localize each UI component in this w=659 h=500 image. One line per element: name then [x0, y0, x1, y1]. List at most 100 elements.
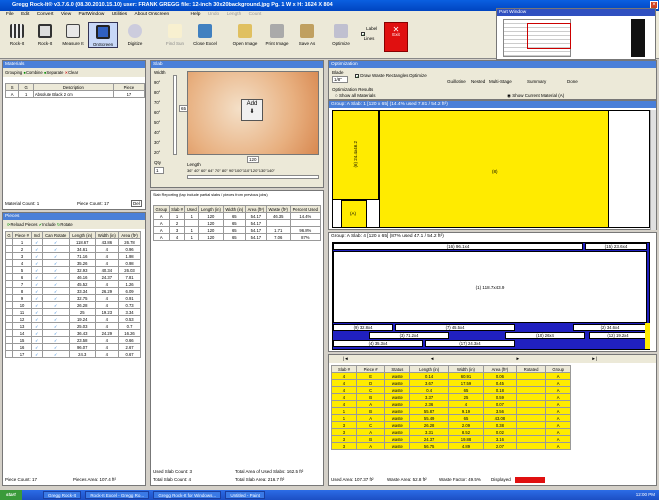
nav-next-icon[interactable]: ► — [516, 356, 520, 361]
piece-row[interactable]: 6 ✓ ✓ 46.16 24.37 7.81 — [4, 273, 141, 281]
length-value[interactable]: 120 — [247, 156, 259, 163]
rockit-button[interactable]: Rock-It — [2, 22, 32, 46]
nav-first-icon[interactable]: |◄ — [343, 356, 349, 361]
findsun-button[interactable]: Find Sun — [160, 22, 190, 46]
piece-row[interactable]: 15 ✓ ✓ 23.58 4 0.66 — [4, 336, 141, 344]
menu-about[interactable]: About Onscreen — [135, 12, 170, 17]
nav-last-icon[interactable]: ►| — [591, 356, 597, 361]
menu-file[interactable]: File — [6, 12, 14, 17]
draw-waste-toggle[interactable]: Draw Waste Rectangles — [355, 73, 408, 78]
menu-utilities[interactable]: Utilities — [112, 12, 127, 17]
menu-view[interactable]: View — [61, 12, 71, 17]
menu-count[interactable]: Count — [249, 12, 262, 17]
piece-row[interactable]: 8 ✓ ✓ 33.34 26.29 6.09 — [4, 287, 141, 295]
guillotine-button[interactable]: Guillotine — [447, 79, 466, 84]
slab-row[interactable]: A 2 120 65 54.17 — [153, 219, 322, 227]
multistage-button[interactable]: Multi-Stage — [489, 79, 512, 84]
exit-button[interactable]: ✕ Exit — [384, 22, 408, 52]
slab-row[interactable]: A 3 1 120 65 54.17 1.71 96.8% — [153, 226, 322, 234]
show-current-radio[interactable]: ◉ Show Current Material (A) — [507, 93, 564, 99]
label-lines-toggle[interactable]: Label Lines — [356, 22, 382, 41]
waste-row[interactable]: 3 Cwaste 26.28 2.09 0.38 A — [331, 421, 571, 429]
onscreen-button[interactable]: OnScreen — [88, 22, 118, 48]
grouping-button[interactable]: Grouping — [5, 70, 22, 75]
done-button[interactable]: Done — [567, 79, 578, 84]
piece-row[interactable]: 2 ✓ ✓ 34.61 4 0.96 — [4, 245, 141, 253]
slab4-strip-piece[interactable]: (3) 71.2x4 — [369, 332, 449, 339]
waste-row[interactable]: 1 Bwaste 55.87 9.19 3.56 A — [331, 407, 571, 415]
width-slider[interactable] — [173, 75, 177, 155]
optimize-button[interactable]: Optimize — [409, 73, 427, 78]
menu-convert[interactable]: Convert — [37, 12, 54, 17]
waste-row[interactable]: 4 Awaste 2.36 4 0.07 A — [331, 400, 571, 408]
waste-row[interactable]: 1 Awaste 55.49 65 43.08 A — [331, 414, 571, 422]
waste-row[interactable]: 4 Ewaste 0.14 60.91 0.06 A — [331, 372, 571, 380]
slab4-strip-piece[interactable]: (4) 35.3x4 — [333, 340, 423, 347]
summary-button[interactable]: Summary — [527, 79, 546, 84]
taskbar-item[interactable]: Gregg Rock-It for Windows... — [153, 490, 222, 499]
menu-length[interactable]: Length — [227, 12, 242, 17]
slab4-strip-piece[interactable]: (17) 24.3x4 — [425, 340, 515, 347]
slab1-piece-left[interactable]: (6) 24.4x46.2 — [332, 110, 379, 200]
start-button[interactable]: start — [0, 490, 22, 500]
print-image-button[interactable]: Print Image — [262, 22, 292, 46]
digitize-button[interactable]: Digitize — [120, 22, 150, 46]
waste-row[interactable]: 4 Dwaste 3.67 17.59 0.45 A — [331, 379, 571, 387]
separate-button[interactable]: Separate — [46, 70, 63, 75]
nested-button[interactable]: Nested — [471, 79, 485, 84]
clear-button[interactable]: Clear — [68, 70, 78, 75]
rotate-button[interactable]: Rotate — [60, 222, 72, 227]
menu-edit[interactable]: Edit — [21, 12, 29, 17]
piece-row[interactable]: 9 ✓ ✓ 32.75 4 0.91 — [4, 294, 141, 302]
slab4-strip-piece[interactable]: (10) 26x4 — [505, 332, 585, 339]
reload-pieces-button[interactable]: Reload Pieces — [11, 222, 38, 227]
waste-row[interactable]: 4 Bwaste 3.37 25 0.59 A — [331, 393, 571, 401]
del-button[interactable]: Del — [131, 200, 142, 207]
save-as-button[interactable]: Save As — [292, 22, 322, 46]
piece-row[interactable]: 5 ✓ ✓ 32.93 40.34 26.03 — [4, 266, 141, 274]
measure-button[interactable]: Measure It — [58, 22, 88, 46]
slab4-main[interactable]: (1) 118.7x43.9 — [333, 251, 647, 323]
slab1-piece-small[interactable]: (A) — [341, 200, 367, 228]
taskbar-item[interactable]: Rock-It Excel - Gregg Ro... — [85, 490, 150, 499]
piece-row[interactable]: 16 ✓ ✓ 96.07 4 2.67 — [4, 343, 141, 351]
piece-row[interactable]: 12 ✓ ✓ 19.24 4 0.53 — [4, 315, 141, 323]
slab4-strip-piece[interactable]: (2) 34.6x4 — [573, 324, 647, 331]
waste-row[interactable]: 3 Bwaste 24.37 19.88 3.16 A — [331, 435, 571, 443]
piece-row[interactable]: 7 ✓ ✓ 45.52 4 1.26 — [4, 280, 141, 288]
slab4-top-strip[interactable]: (16) 96.1x4 — [333, 243, 583, 250]
menu-help[interactable]: Help — [191, 12, 201, 17]
piece-row[interactable]: 10 ✓ ✓ 26.28 4 0.73 — [4, 301, 141, 309]
piece-row[interactable]: 14 ✓ ✓ 36.43 24.29 16.26 — [4, 329, 141, 337]
material-row[interactable]: A 1 Absolute Black 2 cm 17 — [4, 90, 146, 98]
piece-row[interactable]: 3 ✓ ✓ 71.16 4 1.98 — [4, 252, 141, 260]
slab4-strip-piece[interactable]: (7) 45.5x4 — [395, 324, 515, 331]
slab-row[interactable]: A 4 1 120 65 54.17 7.06 87% — [153, 233, 322, 241]
qty-input[interactable]: 1 — [154, 167, 164, 174]
slab4-strip-piece[interactable]: (12) 19.2x4 — [589, 332, 647, 339]
menu-undo[interactable]: Undo — [208, 12, 219, 17]
taskbar-item[interactable]: Untitled - Paint — [225, 490, 265, 499]
piece-row[interactable]: 11 ✓ ✓ 25 19.23 3.34 — [4, 308, 141, 316]
include-button[interactable]: Include — [42, 222, 56, 227]
close-excel-button[interactable]: Close Excel — [190, 22, 220, 46]
add-button[interactable]: Add ⬇ — [241, 99, 263, 121]
nav-prev-icon[interactable]: ◄ — [430, 356, 434, 361]
piece-row[interactable]: 4 ✓ ✓ 35.26 4 0.98 — [4, 259, 141, 267]
slab1-piece-right[interactable]: (8) — [379, 110, 609, 228]
slab4-strip-piece[interactable]: (9) 32.8x4 — [333, 324, 393, 331]
slab-row[interactable]: A 1 1 120 65 54.17 46.35 14.4% — [153, 212, 322, 220]
rockit2-button[interactable]: Rock-It — [30, 22, 60, 46]
piece-row[interactable]: 1 ✓ ✓ 118.67 43.86 26.78 — [4, 238, 141, 246]
waste-row[interactable]: 3 Awaste 3.31 8.52 0.02 A — [331, 428, 571, 436]
show-all-radio[interactable]: ○ Show all Materials — [335, 93, 376, 98]
combine-button[interactable]: Combine — [26, 70, 43, 75]
waste-row[interactable]: 3 Awaste 56.75 4.89 2.07 A — [331, 442, 571, 450]
piece-row[interactable]: 13 ✓ ✓ 25.03 4 0.7 — [4, 322, 141, 330]
piece-row[interactable]: 17 ✓ ✓ 24.3 4 0.67 — [4, 350, 141, 358]
draw-waste-checkbox[interactable] — [355, 73, 359, 78]
slab1-scrollbar[interactable] — [650, 110, 656, 230]
blade-select[interactable]: 1/8" — [332, 76, 348, 83]
menu-partwindow[interactable]: PartWindow — [79, 12, 105, 17]
open-image-button[interactable]: Open Image — [230, 22, 260, 46]
